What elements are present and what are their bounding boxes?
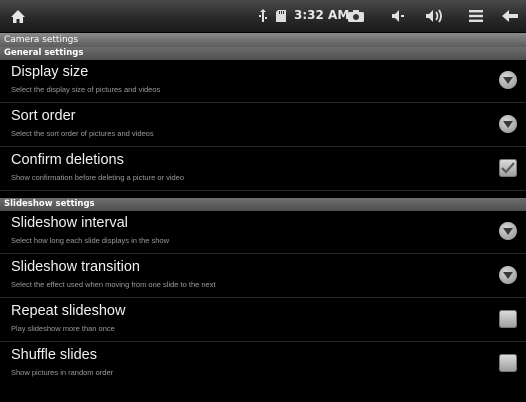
setting-confirm-deletions[interactable]: Confirm deletions Show confirmation befo… xyxy=(0,148,526,191)
setting-subtitle: Play slideshow more than once xyxy=(11,324,115,333)
sd-card-icon xyxy=(274,6,288,26)
checkbox-unchecked[interactable] xyxy=(499,354,517,372)
usb-icon xyxy=(256,6,270,26)
chevron-down-icon[interactable] xyxy=(499,71,517,89)
chevron-down-icon[interactable] xyxy=(499,115,517,133)
page-title: Camera settings xyxy=(0,33,526,47)
setting-title: Slideshow interval xyxy=(11,215,128,231)
setting-title: Slideshow transition xyxy=(11,259,140,275)
clock: 3:32 AM xyxy=(294,8,350,22)
setting-subtitle: Show pictures in random order xyxy=(11,368,114,377)
setting-subtitle: Select the display size of pictures and … xyxy=(11,85,161,94)
setting-title: Display size xyxy=(11,64,89,80)
setting-display-size[interactable]: Display size Select the display size of … xyxy=(0,60,526,103)
section-header-slideshow: Slideshow settings xyxy=(0,198,526,211)
setting-title: Repeat slideshow xyxy=(11,303,126,319)
menu-icon[interactable] xyxy=(466,6,486,26)
status-bar: 3:32 AM xyxy=(0,0,526,33)
setting-subtitle: Select the effect used when moving from … xyxy=(11,280,216,289)
setting-subtitle: Show confirmation before deleting a pict… xyxy=(11,173,185,182)
setting-repeat-slideshow[interactable]: Repeat slideshow Play slideshow more tha… xyxy=(0,299,526,342)
back-icon[interactable] xyxy=(500,6,520,26)
section-header-general: General settings xyxy=(0,47,526,60)
checkbox-checked[interactable] xyxy=(499,159,517,177)
setting-subtitle: Select how long each slide displays in t… xyxy=(11,236,170,245)
setting-subtitle: Select the sort order of pictures and vi… xyxy=(11,129,154,138)
camera-icon[interactable] xyxy=(346,6,366,26)
setting-slideshow-interval[interactable]: Slideshow interval Select how long each … xyxy=(0,211,526,254)
setting-slideshow-transition[interactable]: Slideshow transition Select the effect u… xyxy=(0,255,526,298)
setting-title: Confirm deletions xyxy=(11,152,124,168)
setting-shuffle-slides[interactable]: Shuffle slides Show pictures in random o… xyxy=(0,343,526,386)
setting-title: Sort order xyxy=(11,108,76,124)
chevron-down-icon[interactable] xyxy=(499,266,517,284)
setting-sort-order[interactable]: Sort order Select the sort order of pict… xyxy=(0,104,526,147)
volume-down-icon[interactable] xyxy=(388,6,408,26)
checkbox-unchecked[interactable] xyxy=(499,310,517,328)
volume-up-icon[interactable] xyxy=(424,6,446,26)
setting-title: Shuffle slides xyxy=(11,347,97,363)
chevron-down-icon[interactable] xyxy=(499,222,517,240)
home-icon[interactable] xyxy=(6,6,30,26)
